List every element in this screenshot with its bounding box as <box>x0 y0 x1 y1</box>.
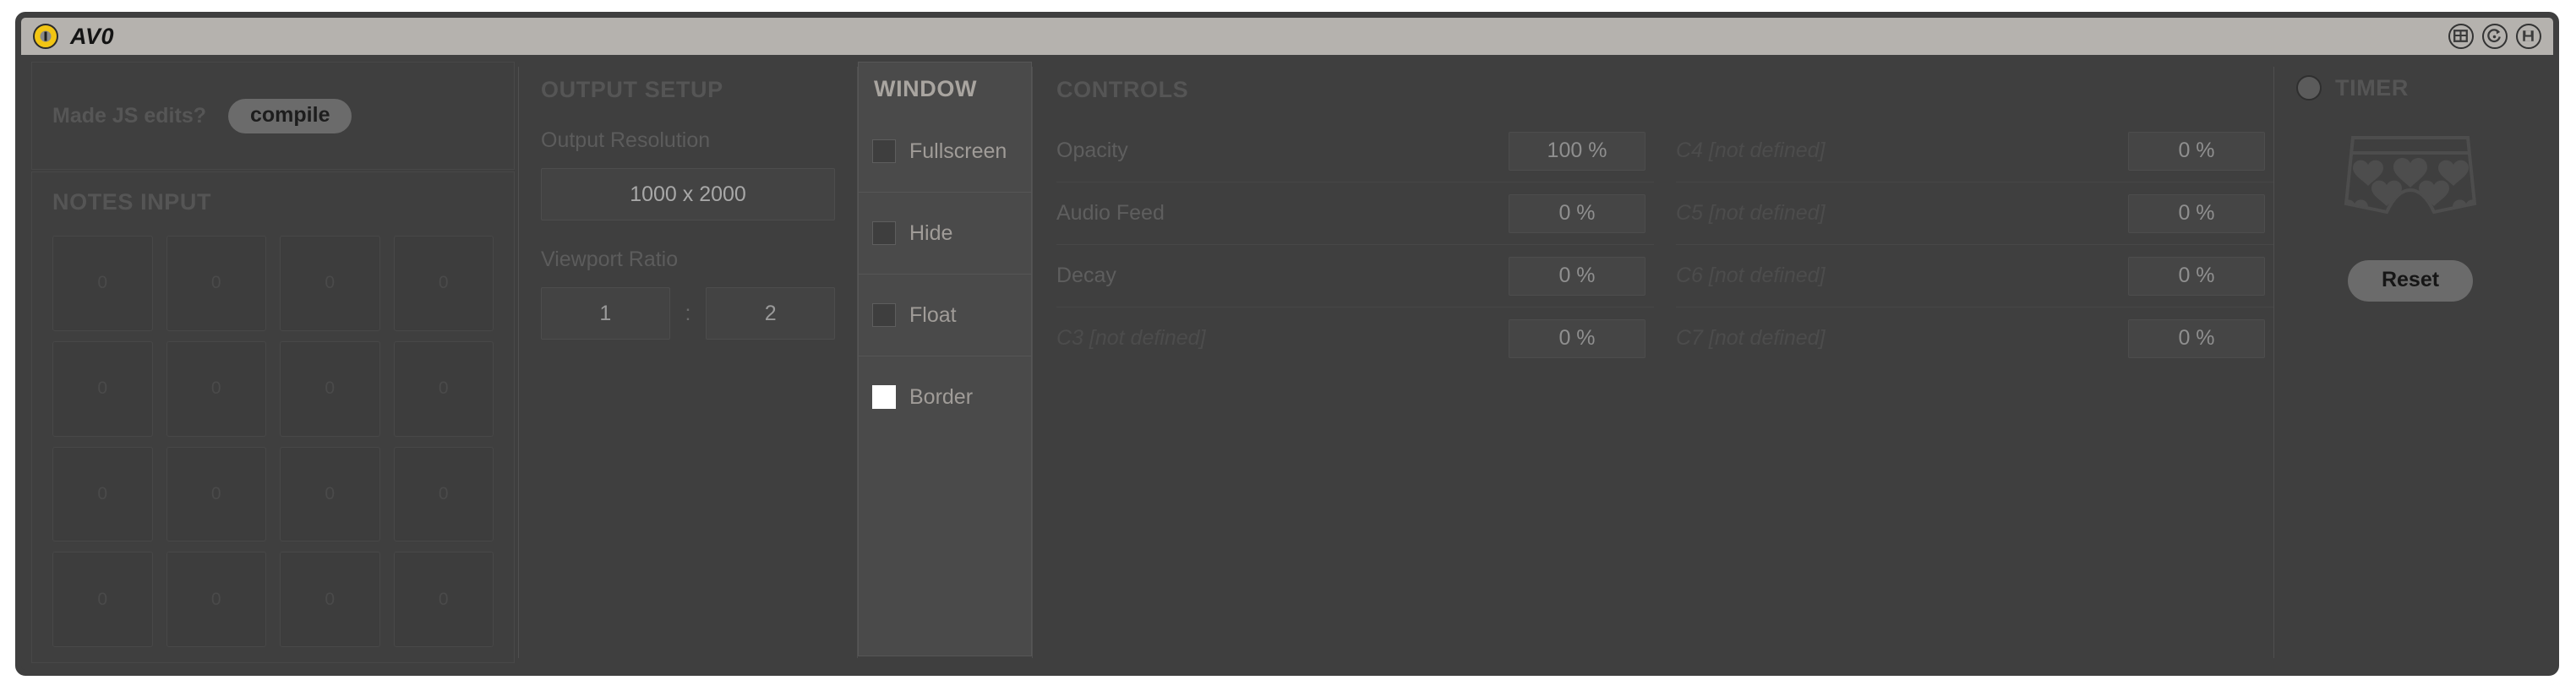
note-cell[interactable]: 0 <box>52 340 153 437</box>
note-cell[interactable]: 0 <box>166 552 266 647</box>
title-bar-buttons <box>2448 24 2541 49</box>
control-value-decay[interactable]: 0 % <box>1509 256 1645 296</box>
note-cell[interactable]: 0 <box>52 552 153 647</box>
title-bar-left: AV0 <box>33 24 114 49</box>
control-value-c5[interactable]: 0 % <box>2128 193 2265 233</box>
viewport-ratio-height-input[interactable]: 2 <box>706 287 836 340</box>
note-cell[interactable]: 0 <box>52 446 153 542</box>
control-label: C5 [not defined] <box>1676 201 1826 225</box>
note-cell[interactable]: 0 <box>280 340 380 437</box>
control-label: C6 [not defined] <box>1676 264 1826 287</box>
output-setup-section: OUTPUT SETUP Output Resolution 1000 x 20… <box>519 62 857 663</box>
note-cell[interactable]: 0 <box>166 446 266 542</box>
window-option-hide[interactable]: Hide <box>859 192 1031 274</box>
control-value-opacity[interactable]: 100 % <box>1509 131 1645 171</box>
output-setup-title: OUTPUT SETUP <box>541 77 723 102</box>
control-label: Decay <box>1056 264 1116 287</box>
note-cell[interactable]: 0 <box>280 446 380 542</box>
notes-input-grid: 0 0 0 0 0 0 0 0 0 0 0 0 0 0 0 0 <box>52 236 494 647</box>
note-cell[interactable]: 0 <box>393 340 494 437</box>
checkbox-border[interactable] <box>872 385 896 409</box>
compile-question: Made JS edits? <box>52 103 206 128</box>
screenshot-root: AV0 Made JS edits? compile NOTES INPUT 0… <box>0 0 2576 691</box>
control-row-c4: C4 [not defined] 0 % <box>1676 120 2273 182</box>
panel-body: Made JS edits? compile NOTES INPUT 0 0 0… <box>21 55 2553 670</box>
window-option-fullscreen[interactable]: Fullscreen <box>859 111 1031 192</box>
window-section-title: WINDOW <box>874 76 978 101</box>
control-row-c3: C3 [not defined] 0 % <box>1056 307 1654 369</box>
viewport-ratio-width-input[interactable]: 1 <box>541 287 670 340</box>
control-value-audio-feed[interactable]: 0 % <box>1509 193 1645 233</box>
checkbox-hide[interactable] <box>872 221 896 245</box>
heart-boxer-shorts-icon <box>2343 131 2478 237</box>
clock-refresh-icon[interactable] <box>2482 24 2508 49</box>
window-option-label: Hide <box>909 220 953 245</box>
timer-header: TIMER <box>2274 75 2409 101</box>
title-bar: AV0 <box>21 18 2553 55</box>
control-row-decay: Decay 0 % <box>1056 245 1654 307</box>
control-label: Audio Feed <box>1056 201 1165 225</box>
window-option-label: Border <box>909 384 974 409</box>
notes-input-title: NOTES INPUT <box>52 189 212 215</box>
control-value-c7[interactable]: 0 % <box>2128 318 2265 358</box>
grid-edit-icon[interactable] <box>2448 24 2474 49</box>
control-row-c7: C7 [not defined] 0 % <box>1676 307 2273 369</box>
note-cell[interactable]: 0 <box>393 446 494 542</box>
timer-toggle[interactable] <box>2296 75 2322 101</box>
control-value-c4[interactable]: 0 % <box>2128 131 2265 171</box>
timer-title: TIMER <box>2335 74 2409 101</box>
window-option-border[interactable]: Border <box>859 356 1031 438</box>
note-cell[interactable]: 0 <box>52 236 153 331</box>
checkbox-float[interactable] <box>872 303 896 327</box>
output-resolution-input[interactable]: 1000 x 2000 <box>541 168 835 220</box>
note-cell[interactable]: 0 <box>166 340 266 437</box>
window-option-label: Fullscreen <box>909 139 1007 163</box>
control-value-c3[interactable]: 0 % <box>1509 318 1645 358</box>
control-value-c6[interactable]: 0 % <box>2128 256 2265 296</box>
save-disk-icon[interactable] <box>2516 24 2541 49</box>
compile-section: Made JS edits? compile <box>31 62 515 170</box>
controls-section: CONTROLS Opacity 100 % C4 [not defined] … <box>1033 62 2273 663</box>
window-settings-section: WINDOW Fullscreen Hide Float Border <box>858 62 1032 656</box>
ratio-separator: : <box>685 301 691 325</box>
timer-section: TIMER Reset <box>2274 62 2546 663</box>
control-label: Opacity <box>1056 139 1128 162</box>
window-option-label: Float <box>909 302 957 327</box>
notes-input-section: NOTES INPUT 0 0 0 0 0 0 0 0 0 0 0 0 0 0 … <box>31 171 515 663</box>
control-row-c5: C5 [not defined] 0 % <box>1676 182 2273 245</box>
control-row-c6: C6 [not defined] 0 % <box>1676 245 2273 307</box>
note-cell[interactable]: 0 <box>393 236 494 331</box>
note-cell[interactable]: 0 <box>280 236 380 331</box>
left-column: Made JS edits? compile NOTES INPUT 0 0 0… <box>28 62 518 663</box>
window-title: AV0 <box>70 23 115 49</box>
note-cell[interactable]: 0 <box>393 552 494 647</box>
control-label: C7 [not defined] <box>1676 326 1826 350</box>
controls-title: CONTROLS <box>1056 77 1189 102</box>
control-label: C3 [not defined] <box>1056 326 1206 350</box>
output-resolution-label: Output Resolution <box>541 128 711 152</box>
patcher-window: AV0 Made JS edits? compile NOTES INPUT 0… <box>15 12 2559 676</box>
window-option-float[interactable]: Float <box>859 274 1031 356</box>
reset-button[interactable]: Reset <box>2347 260 2474 302</box>
compile-button[interactable]: compile <box>228 98 352 133</box>
note-cell[interactable]: 0 <box>166 236 266 331</box>
control-label: C4 [not defined] <box>1676 139 1826 162</box>
window-option-list: Fullscreen Hide Float Border <box>859 111 1031 438</box>
note-cell[interactable]: 0 <box>280 552 380 647</box>
controls-grid: Opacity 100 % C4 [not defined] 0 % Audio… <box>1056 120 2273 369</box>
control-row-audio-feed: Audio Feed 0 % <box>1056 182 1654 245</box>
control-row-opacity: Opacity 100 % <box>1056 120 1654 182</box>
viewport-ratio-label: Viewport Ratio <box>541 248 679 271</box>
checkbox-fullscreen[interactable] <box>872 139 896 163</box>
viewport-ratio-row: 1 : 2 <box>541 287 836 340</box>
power-indicator-icon[interactable] <box>33 24 58 49</box>
